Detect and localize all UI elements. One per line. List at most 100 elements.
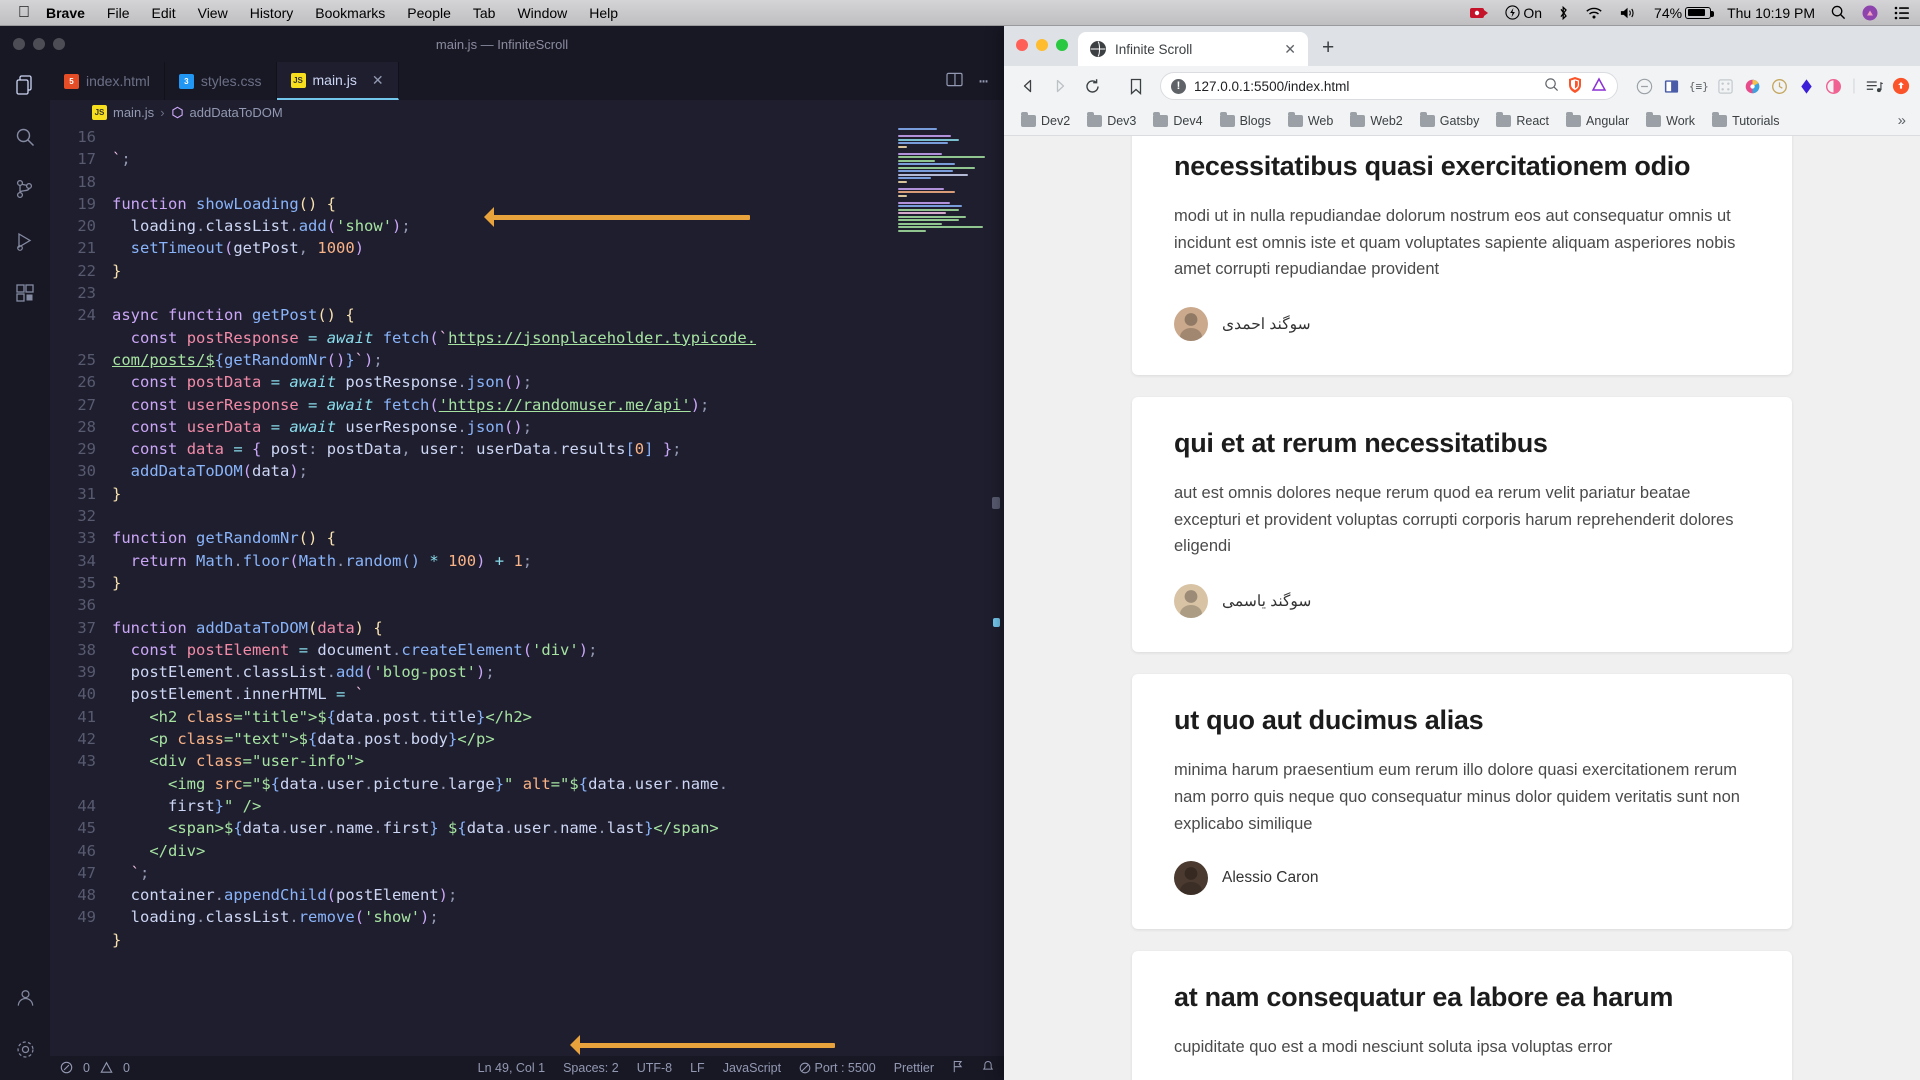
menu-item-edit[interactable]: Edit bbox=[151, 5, 175, 21]
screen-recorder-icon[interactable] bbox=[1469, 6, 1489, 20]
siri-icon[interactable] bbox=[1862, 5, 1878, 21]
url-text[interactable]: 127.0.0.1:5500/index.html bbox=[1194, 79, 1536, 94]
split-editor-icon[interactable] bbox=[946, 72, 963, 91]
menu-item-tab[interactable]: Tab bbox=[473, 5, 496, 21]
wifi-icon[interactable] bbox=[1585, 6, 1603, 20]
line-number: 28 bbox=[77, 417, 96, 436]
battery-status[interactable]: 74% bbox=[1654, 5, 1715, 21]
bookmark-item[interactable]: Angular bbox=[1559, 111, 1636, 131]
language-mode[interactable]: JavaScript bbox=[723, 1061, 781, 1075]
menu-item-brave[interactable]: Brave bbox=[46, 5, 85, 21]
formatter-label[interactable]: Prettier bbox=[894, 1061, 934, 1075]
cursor-position[interactable]: Ln 49, Col 1 bbox=[478, 1061, 545, 1075]
spotlight-search-icon[interactable] bbox=[1831, 5, 1846, 20]
line-number: 46 bbox=[77, 841, 96, 860]
folder-icon bbox=[1566, 111, 1582, 127]
accounts-icon[interactable] bbox=[12, 984, 38, 1010]
new-tab-button[interactable]: + bbox=[1322, 36, 1334, 66]
book-extension-icon[interactable] bbox=[1663, 77, 1681, 95]
menu-item-window[interactable]: Window bbox=[517, 5, 567, 21]
pink-circle-extension-icon[interactable] bbox=[1825, 77, 1843, 95]
post-title: at nam consequatur ea labore ea harum bbox=[1174, 982, 1674, 1013]
clock-label[interactable]: Thu 10:19 PM bbox=[1727, 5, 1815, 21]
source-control-icon[interactable] bbox=[12, 176, 38, 202]
folder-icon bbox=[1021, 111, 1036, 127]
editor-tab-main-js[interactable]: JS main.js ✕ bbox=[276, 62, 399, 100]
bookmark-label: Gatsby bbox=[1439, 113, 1480, 128]
run-debug-icon[interactable] bbox=[12, 228, 38, 254]
breadcrumb-file[interactable]: main.js bbox=[113, 105, 154, 120]
line-number: 18 bbox=[77, 172, 96, 191]
file-encoding[interactable]: UTF-8 bbox=[637, 1061, 672, 1075]
bluetooth-icon[interactable] bbox=[1558, 5, 1569, 21]
bookmark-item[interactable]: Tutorials bbox=[1705, 111, 1786, 131]
apple-logo-icon[interactable]:  bbox=[18, 4, 30, 21]
more-actions-icon[interactable]: ⋯ bbox=[979, 72, 988, 90]
back-icon[interactable] bbox=[1014, 72, 1042, 100]
browser-maximize-button[interactable] bbox=[1056, 39, 1068, 51]
bookmark-item[interactable]: Gatsby bbox=[1413, 111, 1487, 131]
explorer-icon[interactable] bbox=[12, 72, 38, 98]
page-viewport[interactable]: necessitatibus quasi exercitationem odio… bbox=[1004, 136, 1920, 1080]
volume-icon[interactable] bbox=[1619, 6, 1638, 20]
power-status[interactable]: On bbox=[1505, 5, 1542, 21]
code-editor[interactable]: 16 17 18 19 20 21 22 23 24 25 26 27 28 29 30 31 32 33 34 35… bbox=[50, 124, 1004, 1056]
search-zoom-icon[interactable] bbox=[1544, 77, 1559, 95]
extensions-icon[interactable] bbox=[12, 280, 38, 306]
reading-list-icon[interactable] bbox=[1865, 77, 1883, 95]
hyphen-extension-icon[interactable] bbox=[1636, 77, 1654, 95]
menu-item-bookmarks[interactable]: Bookmarks bbox=[315, 5, 385, 21]
grid-extension-icon[interactable] bbox=[1717, 77, 1735, 95]
live-server-port[interactable]: Port : 5500 bbox=[799, 1061, 876, 1075]
bookmark-item[interactable]: Blogs bbox=[1213, 111, 1278, 131]
adblock-triangle-icon[interactable] bbox=[1591, 76, 1607, 96]
bell-icon[interactable] bbox=[982, 1060, 994, 1076]
control-center-icon[interactable] bbox=[1894, 6, 1910, 20]
editor-scrollbar-marker[interactable] bbox=[993, 617, 1000, 627]
forward-icon[interactable] bbox=[1046, 72, 1074, 100]
search-icon[interactable] bbox=[12, 124, 38, 150]
menu-item-people[interactable]: People bbox=[407, 5, 451, 21]
brackets-extension-icon[interactable]: {≡} bbox=[1689, 77, 1709, 95]
bookmark-item[interactable]: Work bbox=[1639, 111, 1702, 131]
method-symbol-icon bbox=[171, 105, 184, 120]
close-icon[interactable]: ✕ bbox=[1284, 41, 1296, 58]
statusbar-problems[interactable]: 0 0 bbox=[60, 1061, 130, 1075]
bookmark-item[interactable]: React bbox=[1489, 111, 1556, 131]
breadcrumb-symbol[interactable]: addDataToDOM bbox=[190, 105, 283, 120]
address-bar[interactable]: ! 127.0.0.1:5500/index.html bbox=[1160, 72, 1618, 100]
bookmark-item[interactable]: Dev2 bbox=[1014, 111, 1077, 131]
close-icon[interactable]: ✕ bbox=[372, 72, 384, 89]
code-content[interactable]: `; function showLoading() { loading.clas… bbox=[108, 124, 1004, 1056]
bookmark-item[interactable]: Web bbox=[1281, 111, 1340, 131]
colorwheel-extension-icon[interactable] bbox=[1744, 77, 1762, 95]
menu-item-history[interactable]: History bbox=[250, 5, 294, 21]
menu-item-file[interactable]: File bbox=[107, 5, 130, 21]
menu-item-view[interactable]: View bbox=[198, 5, 228, 21]
brave-profile-icon[interactable] bbox=[1892, 77, 1910, 95]
bookmark-item[interactable]: Dev4 bbox=[1146, 111, 1209, 131]
editor-scrollbar-marker[interactable] bbox=[992, 496, 1000, 509]
browser-close-button[interactable] bbox=[1016, 39, 1028, 51]
editor-tab-index-html[interactable]: 5 index.html bbox=[50, 62, 165, 100]
bookmarks-overflow-icon[interactable]: » bbox=[1898, 112, 1910, 129]
clock-extension-icon[interactable] bbox=[1771, 77, 1789, 95]
bookmark-manager-icon[interactable] bbox=[1122, 72, 1150, 100]
menu-item-help[interactable]: Help bbox=[589, 5, 618, 21]
browser-tab-infinite-scroll[interactable]: Infinite Scroll ✕ bbox=[1078, 32, 1308, 66]
post-title: qui et at rerum necessitatibus bbox=[1174, 428, 1548, 459]
editor-minimap[interactable] bbox=[898, 128, 990, 248]
editor-tab-styles-css[interactable]: 3 styles.css bbox=[164, 62, 277, 100]
indentation-setting[interactable]: Spaces: 2 bbox=[563, 1061, 619, 1075]
settings-gear-icon[interactable] bbox=[12, 1036, 38, 1062]
bookmark-item[interactable]: Dev3 bbox=[1080, 111, 1143, 131]
reload-icon[interactable] bbox=[1078, 72, 1106, 100]
brave-shields-icon[interactable] bbox=[1567, 76, 1583, 97]
info-circle-icon[interactable]: ! bbox=[1171, 78, 1186, 94]
line-ending[interactable]: LF bbox=[690, 1061, 705, 1075]
bookmark-item[interactable]: Web2 bbox=[1343, 111, 1409, 131]
browser-minimize-button[interactable] bbox=[1036, 39, 1048, 51]
browser-traffic-lights[interactable] bbox=[1016, 39, 1068, 51]
remote-flag-icon[interactable] bbox=[952, 1060, 964, 1076]
diamond-extension-icon[interactable] bbox=[1798, 77, 1816, 95]
